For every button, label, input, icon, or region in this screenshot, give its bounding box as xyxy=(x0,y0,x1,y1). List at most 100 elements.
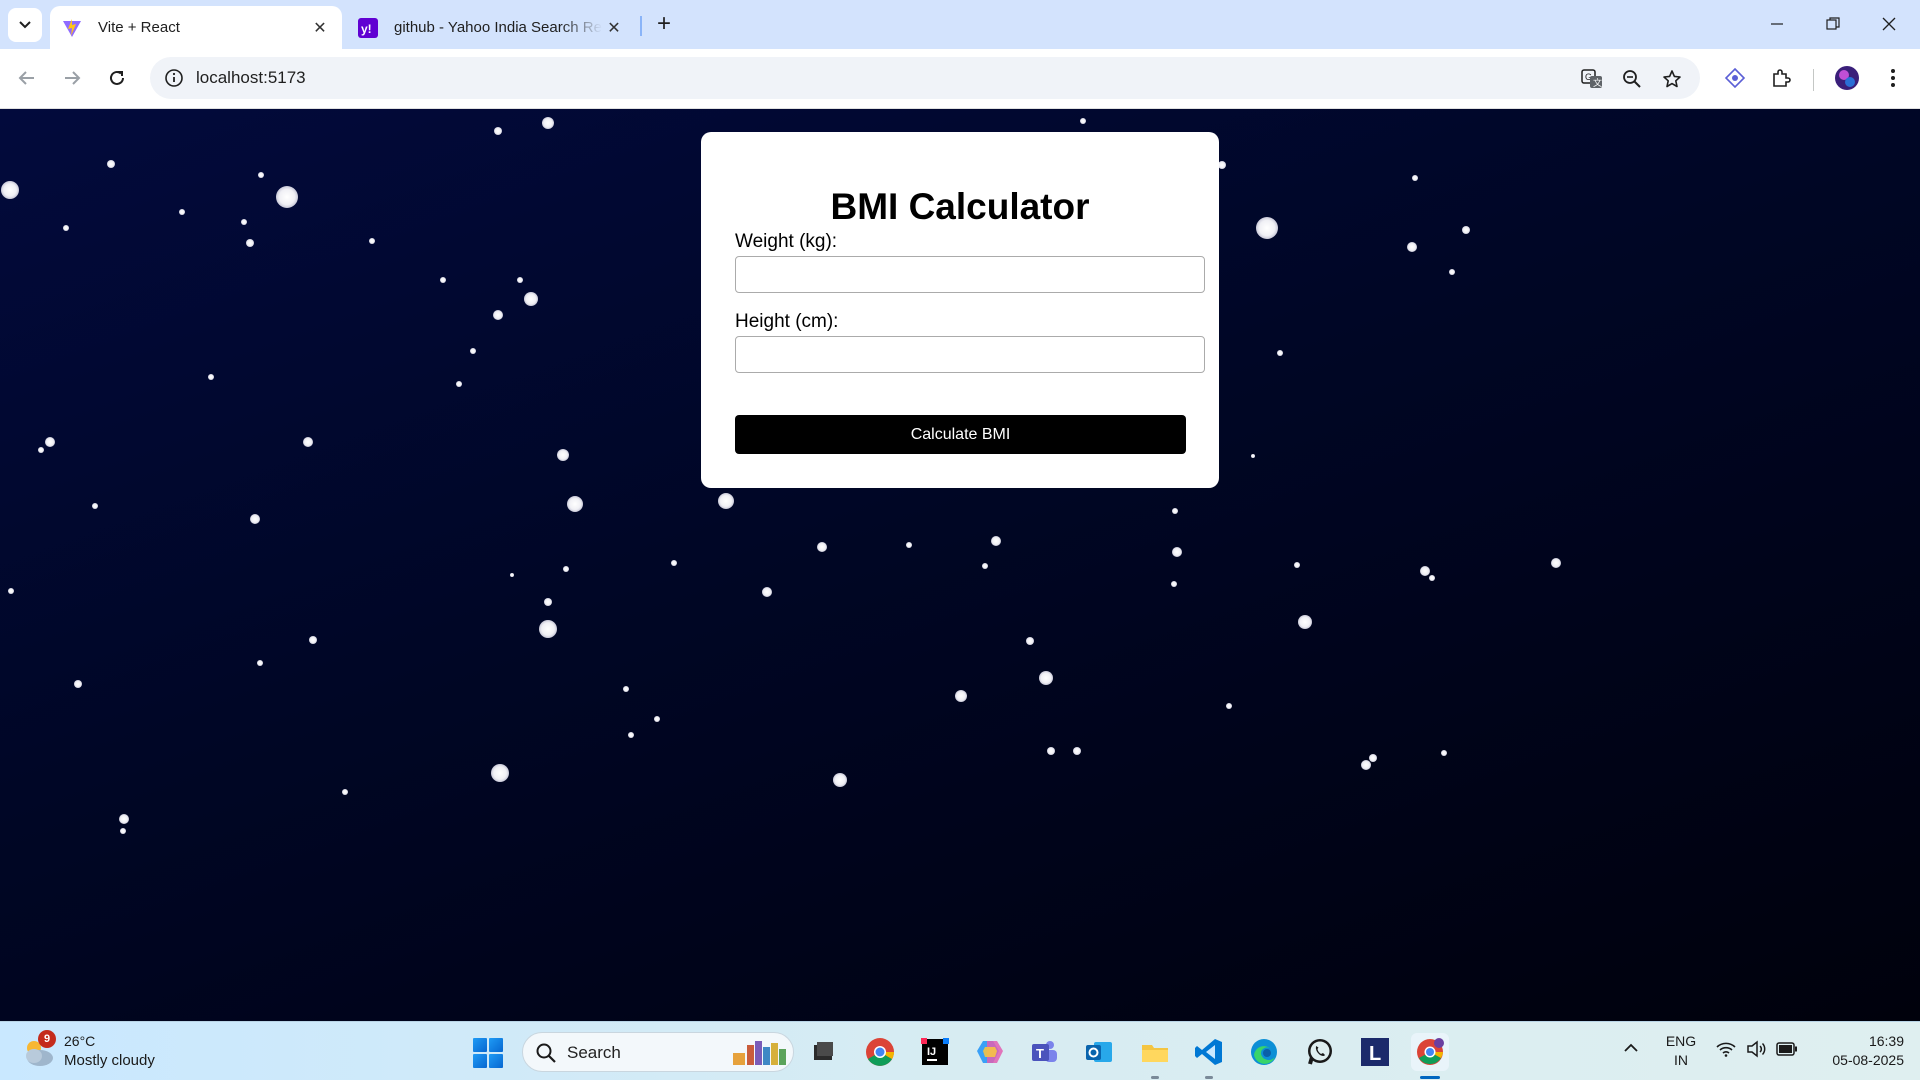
chevron-up-icon xyxy=(1624,1043,1638,1052)
snowflake xyxy=(1551,558,1561,568)
snowflake xyxy=(74,680,82,688)
weight-input[interactable] xyxy=(735,256,1205,293)
taskbar-app-vscode[interactable] xyxy=(1190,1033,1228,1071)
copilot-icon xyxy=(977,1041,1003,1063)
weight-label: Weight (kg): xyxy=(735,231,838,252)
chrome-icon xyxy=(866,1038,894,1066)
profile-avatar[interactable] xyxy=(1832,63,1862,93)
snowflake xyxy=(179,209,185,215)
taskbar-app-outlook[interactable] xyxy=(1080,1033,1118,1071)
taskbar-app-whatsapp[interactable] xyxy=(1301,1033,1339,1071)
windows-start-button[interactable] xyxy=(473,1038,503,1068)
snowflake xyxy=(628,732,634,738)
taskbar-app-edge[interactable] xyxy=(1245,1033,1283,1071)
folder-icon xyxy=(1142,1045,1168,1062)
snowflake xyxy=(119,814,129,824)
snowflake xyxy=(1172,508,1178,514)
back-button[interactable] xyxy=(10,61,44,95)
taskbar-search[interactable]: Search xyxy=(522,1032,794,1072)
taskbar-app-intellij[interactable]: IJ xyxy=(916,1033,954,1071)
wifi-icon[interactable] xyxy=(1716,1041,1736,1062)
snowflake xyxy=(456,381,462,387)
browser-toolbar: localhost:5173 G文 xyxy=(0,49,1920,109)
language-indicator[interactable]: ENG IN xyxy=(1661,1032,1701,1070)
snowflake xyxy=(1226,703,1232,709)
running-indicator xyxy=(1205,1076,1213,1079)
page-viewport: BMI Calculator Weight (kg): Height (cm):… xyxy=(0,109,1920,1021)
snowflake xyxy=(1449,269,1455,275)
reload-icon xyxy=(110,70,124,85)
snowflake xyxy=(544,598,552,606)
snowflake xyxy=(557,449,569,461)
tab-title: Vite + React xyxy=(98,19,180,36)
arrow-left-icon xyxy=(18,71,34,85)
close-tab-icon[interactable]: ✕ xyxy=(602,16,626,40)
snowflake xyxy=(8,588,14,594)
new-tab-button[interactable]: + xyxy=(650,10,678,38)
snowflake xyxy=(208,374,214,380)
calculate-bmi-button[interactable]: Calculate BMI xyxy=(735,415,1186,454)
snowflake xyxy=(1026,637,1034,645)
url-text[interactable]: localhost:5173 xyxy=(196,68,306,88)
site-info-icon[interactable] xyxy=(164,68,184,88)
reload-button[interactable] xyxy=(100,61,134,95)
snowflake xyxy=(303,437,313,447)
outlook-icon xyxy=(1086,1042,1112,1062)
taskbar-app-teams[interactable]: T xyxy=(1025,1033,1063,1071)
snowflake xyxy=(991,536,1001,546)
browser-menu-icon[interactable] xyxy=(1878,63,1908,93)
time-text: 16:39 xyxy=(1868,1033,1904,1049)
region-code: IN xyxy=(1674,1052,1688,1068)
vscode-icon xyxy=(1195,1039,1222,1065)
taskbar-app-chrome[interactable] xyxy=(861,1033,899,1071)
taskbar-app-chrome-profile[interactable] xyxy=(1411,1033,1449,1071)
extensions-puzzle-icon[interactable] xyxy=(1766,63,1796,93)
snowflake xyxy=(493,310,503,320)
snowflake xyxy=(38,447,44,453)
battery-icon[interactable] xyxy=(1776,1042,1798,1061)
translate-icon[interactable]: G文 xyxy=(1579,66,1605,92)
clock[interactable]: 16:39 05-08-2025 xyxy=(1808,1032,1904,1070)
toolbar-divider xyxy=(1813,69,1814,91)
restore-button[interactable] xyxy=(1810,6,1856,42)
zoom-icon[interactable] xyxy=(1619,66,1645,92)
tab-search-button[interactable] xyxy=(8,8,42,42)
minimize-icon xyxy=(1771,23,1783,25)
taskbar-app-copilot[interactable] xyxy=(971,1033,1009,1071)
taskbar-app-file-explorer[interactable] xyxy=(1136,1033,1174,1071)
snowflake xyxy=(1407,242,1417,252)
active-app-indicator xyxy=(1420,1076,1440,1079)
taskbar-app-dark-window[interactable] xyxy=(804,1033,842,1071)
snowflake xyxy=(1251,454,1255,458)
snowflake xyxy=(1294,562,1300,568)
weather-description: Mostly cloudy xyxy=(64,1052,155,1069)
taskbar-app-l[interactable]: L xyxy=(1356,1033,1394,1071)
snowflake xyxy=(517,277,523,283)
minimize-button[interactable] xyxy=(1754,6,1800,42)
address-bar[interactable]: localhost:5173 G文 xyxy=(150,57,1700,99)
snowflake xyxy=(567,496,583,512)
svg-text:IJ: IJ xyxy=(927,1046,936,1058)
tab-vite-react[interactable]: Vite + React ✕ xyxy=(50,6,342,49)
height-input[interactable] xyxy=(735,336,1205,373)
close-tab-icon[interactable]: ✕ xyxy=(308,16,332,40)
snowflake xyxy=(1256,217,1278,239)
snowflake xyxy=(1047,747,1055,755)
extension-diamond-icon[interactable] xyxy=(1720,63,1750,93)
bmi-calculator-card: BMI Calculator Weight (kg): Height (cm):… xyxy=(701,132,1219,488)
snowflake xyxy=(1441,750,1447,756)
bookmark-star-icon[interactable] xyxy=(1659,66,1685,92)
snowflake xyxy=(1361,760,1371,770)
tab-yahoo-search[interactable]: y! github - Yahoo India Search Results ✕ xyxy=(346,6,636,49)
close-window-button[interactable] xyxy=(1866,6,1912,42)
teams-icon: T xyxy=(1032,1041,1057,1062)
snowflake xyxy=(491,764,509,782)
volume-icon[interactable] xyxy=(1746,1040,1768,1063)
search-highlight-books-icon xyxy=(733,1041,786,1065)
weather-widget[interactable]: 9 26°C Mostly cloudy xyxy=(20,1030,180,1074)
snowflake xyxy=(258,172,264,178)
forward-button[interactable] xyxy=(55,61,89,95)
snowflake xyxy=(309,636,317,644)
running-indicator xyxy=(1151,1076,1159,1079)
show-hidden-icons-button[interactable] xyxy=(1623,1040,1639,1061)
